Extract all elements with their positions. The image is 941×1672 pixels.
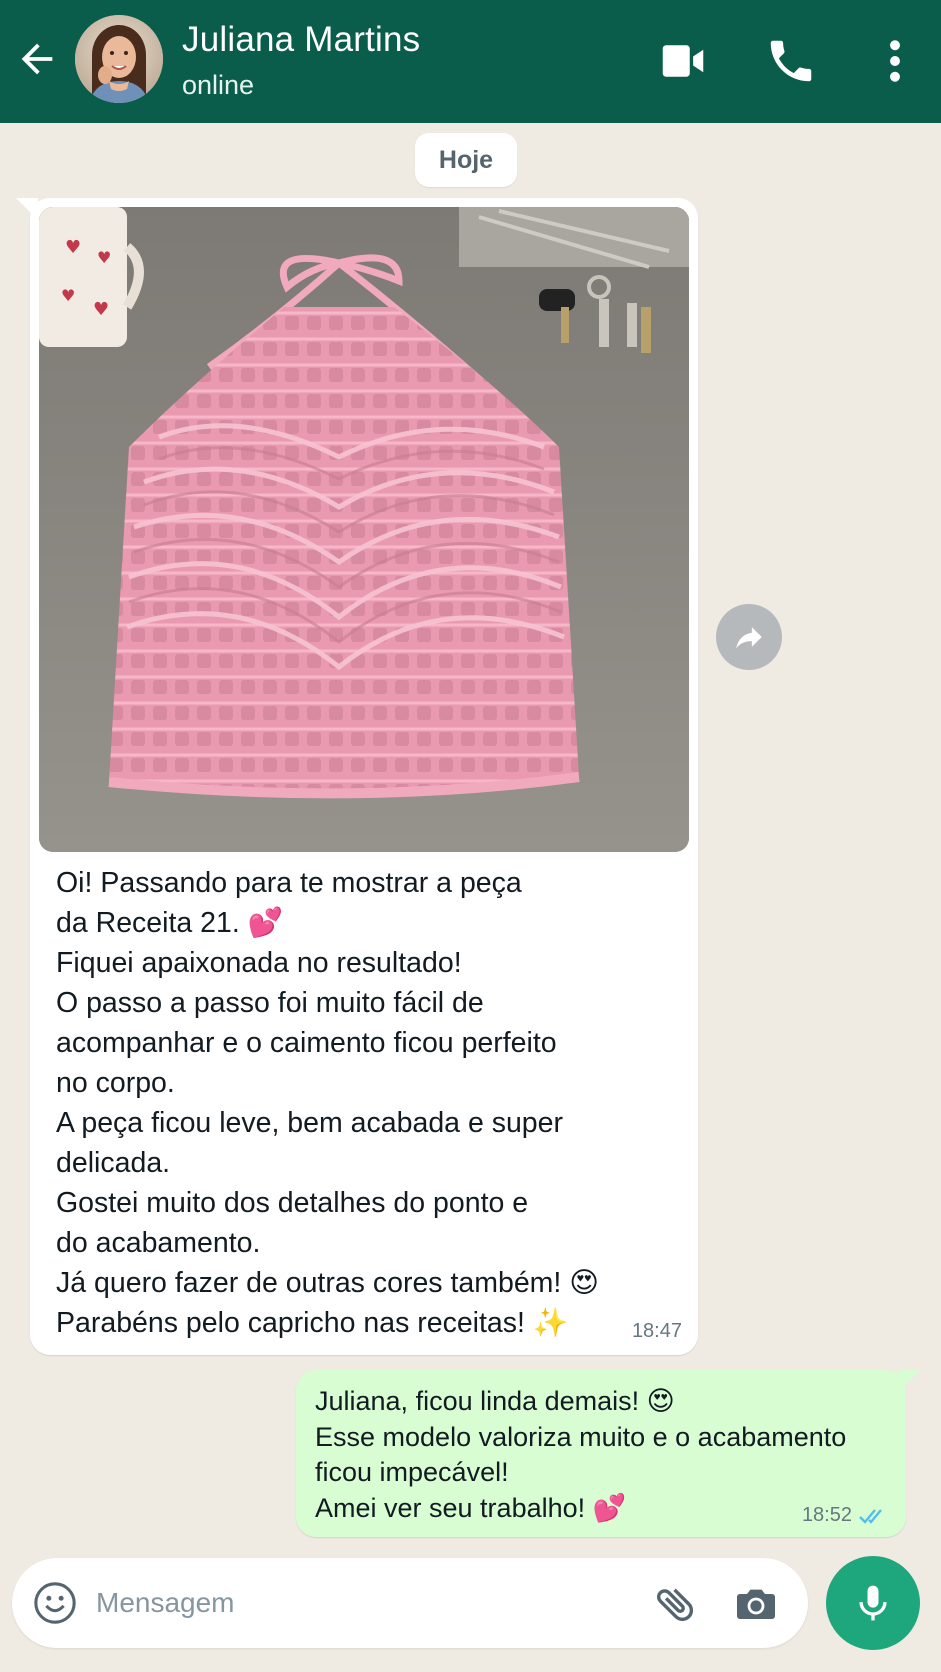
message-time: 18:47 (631, 1320, 682, 1342)
read-ticks-icon (859, 1508, 882, 1524)
phone-icon[interactable] (764, 34, 818, 88)
mic-button[interactable] (826, 1556, 920, 1650)
svg-text:♥: ♥ (97, 248, 111, 267)
message-time: 18:52 (801, 1504, 852, 1526)
crochet-top-photo: ♥ ♥ ♥ ♥ (39, 207, 689, 852)
avatar-photo (75, 15, 163, 103)
message-line: Parabéns pelo capricho nas receitas! ✨ (56, 1307, 569, 1339)
video-call-icon[interactable] (656, 34, 710, 88)
incoming-message-text: Oi! Passando para te mostrar a peça da R… (56, 863, 676, 1343)
camera-icon[interactable] (732, 1580, 780, 1628)
message-line: do acabamento. (56, 1227, 261, 1259)
emoji-icon[interactable] (32, 1580, 78, 1626)
message-line: delicada. (56, 1147, 171, 1179)
message-line: Oi! Passando para te mostrar a peça (56, 867, 522, 899)
message-line: O passo a passo foi muito fácil de (56, 987, 484, 1019)
message-line: A peça ficou leve, bem acabada e super (56, 1107, 564, 1139)
incoming-message[interactable]: ♥ ♥ ♥ ♥ Oi! Passando para te mostrar a p… (16, 198, 698, 1355)
message-line: acompanhar e o caimento ficou perfeito (56, 1027, 557, 1059)
svg-text:♥: ♥ (93, 299, 109, 320)
attach-icon[interactable] (652, 1580, 700, 1628)
message-photo[interactable]: ♥ ♥ ♥ ♥ (39, 207, 689, 852)
forward-button[interactable] (716, 604, 782, 670)
contact-status: online (182, 70, 255, 100)
message-line: da Receita 21. 💕 (56, 907, 284, 939)
message-line: Juliana, ficou linda demais! 😍 (315, 1386, 675, 1416)
message-composer (12, 1558, 808, 1648)
forward-icon (736, 627, 762, 649)
svg-text:♥: ♥ (61, 286, 75, 305)
message-line: no corpo. (56, 1067, 175, 1099)
message-line: Esse modelo valoriza muito e o acabament… (315, 1421, 847, 1452)
contact-name[interactable]: Juliana Martins (182, 20, 420, 60)
message-line: Já quero fazer de outras cores também! 😍 (56, 1267, 599, 1299)
date-chip: Hoje (415, 133, 517, 187)
svg-text:♥: ♥ (65, 237, 81, 258)
bubble-tail (16, 198, 38, 220)
message-meta: 18:52 (802, 1504, 888, 1527)
bubble-tail (898, 1370, 920, 1392)
outgoing-message[interactable]: Juliana, ficou linda demais! 😍 Esse mode… (296, 1370, 920, 1537)
more-vert-icon[interactable] (868, 34, 922, 88)
message-input[interactable] (96, 1578, 636, 1628)
chat-header: Juliana Martins online (0, 0, 941, 123)
mic-icon (859, 1585, 887, 1621)
message-line: ficou impecável! (315, 1457, 509, 1487)
arrow-back-icon[interactable] (14, 36, 60, 82)
message-line: Fiquei apaixonada no resultado! (56, 947, 462, 979)
avatar[interactable] (75, 15, 163, 103)
message-line: Gostei muito dos detalhes do ponto e (56, 1187, 529, 1219)
